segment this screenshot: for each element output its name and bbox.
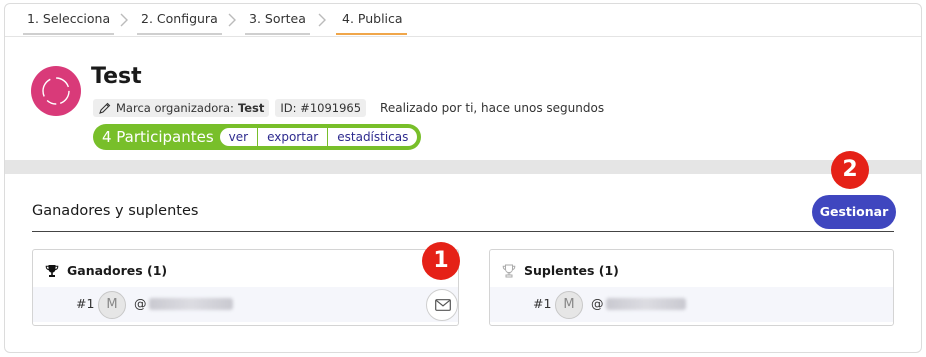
winner-handle: @: [134, 296, 233, 311]
pencil-icon: [99, 102, 111, 114]
step-select[interactable]: 1. Selecciona: [23, 4, 115, 37]
annotation-badge-1: 1: [422, 242, 460, 280]
substitute-row: #1 M @: [490, 287, 893, 322]
step-draw[interactable]: 3. Sortea: [245, 4, 310, 37]
page-title: Test: [91, 64, 142, 89]
winner-rank: #1: [76, 296, 95, 311]
view-participants-button[interactable]: ver: [220, 128, 257, 146]
substitute-handle: @: [591, 296, 686, 311]
redacted-username: [605, 297, 686, 310]
winners-card: Ganadores (1) #1 M @: [32, 249, 459, 326]
performed-text: Realizado por ti, hace unos segundos: [380, 101, 605, 115]
section-separator: [5, 160, 921, 174]
manage-button[interactable]: Gestionar: [812, 195, 896, 229]
brand-chip: Marca organizadora: Test: [93, 99, 270, 117]
statistics-button[interactable]: estadísticas: [327, 128, 417, 146]
winner-row: #1 M @: [33, 287, 458, 322]
winners-header: Ganadores (1): [45, 263, 167, 278]
chevron-right-icon: [317, 13, 327, 27]
draw-id-chip: ID: #1091965: [275, 99, 367, 117]
mail-icon: [435, 299, 451, 311]
app-frame: 1. Selecciona 2. Configura 3. Sortea 4. …: [4, 3, 922, 353]
redacted-username: [148, 297, 233, 310]
send-mail-button[interactable]: [426, 289, 458, 321]
substitutes-header: Suplentes (1): [502, 263, 619, 278]
export-participants-button[interactable]: exportar: [257, 128, 327, 146]
steps-bar: 1. Selecciona 2. Configura 3. Sortea 4. …: [5, 4, 921, 37]
chevron-right-icon: [227, 13, 237, 27]
trophy-outline-icon: [502, 264, 516, 277]
annotation-badge-2: 2: [831, 151, 869, 189]
substitute-rank: #1: [533, 296, 552, 311]
brand-logo: [31, 66, 81, 116]
participants-count: 4 Participantes: [102, 128, 214, 146]
step-configure[interactable]: 2. Configura: [137, 4, 222, 37]
avatar: M: [555, 291, 583, 319]
trophy-icon: [45, 264, 59, 277]
avatar: M: [98, 291, 126, 319]
chevron-right-icon: [119, 13, 129, 27]
participants-pill: 4 Participantes ver exportar estadística…: [93, 124, 422, 150]
participants-actions: ver exportar estadísticas: [219, 128, 418, 146]
step-publish[interactable]: 4. Publica: [336, 4, 407, 37]
section-title: Ganadores y suplentes: [32, 203, 199, 219]
section-divider: [32, 231, 894, 232]
draw-meta: Marca organizadora: Test ID: #1091965 Rea…: [93, 99, 604, 117]
substitutes-card: Suplentes (1) #1 M @: [489, 249, 894, 326]
